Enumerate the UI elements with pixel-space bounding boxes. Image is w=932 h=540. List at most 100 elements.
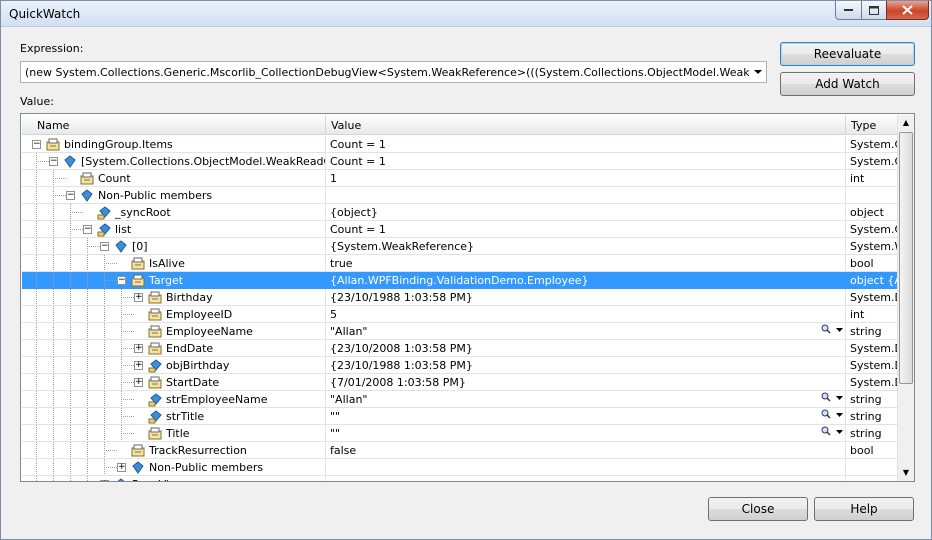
visualizer-dropdown-icon[interactable] — [836, 391, 843, 403]
value-cell[interactable]: true — [326, 255, 846, 272]
name-cell[interactable]: Count — [22, 170, 326, 187]
value-cell[interactable]: false — [326, 442, 846, 459]
name-cell[interactable]: − [System.Collections.ObjectModel.WeakRea… — [22, 153, 326, 170]
name-cell[interactable]: EmployeeName — [22, 323, 326, 340]
table-row[interactable]: IsAlive true bool — [22, 255, 898, 272]
name-cell[interactable]: − [0] — [22, 238, 326, 255]
value-cell[interactable]: "Allan" — [326, 323, 846, 340]
name-cell[interactable]: IsAlive — [22, 255, 326, 272]
title-bar[interactable]: QuickWatch — [1, 1, 931, 27]
name-cell[interactable]: − bindingGroup.Items — [22, 136, 326, 153]
name-cell[interactable]: + StartDate — [22, 374, 326, 391]
name-cell[interactable]: + Birthday — [22, 289, 326, 306]
table-row[interactable]: + Birthday {23/10/1988 1:03:58 PM} System.D — [22, 289, 898, 306]
table-row[interactable]: + EndDate {23/10/2008 1:03:58 PM} System.D — [22, 340, 898, 357]
value-cell[interactable]: 5 — [326, 306, 846, 323]
expand-icon[interactable]: + — [134, 344, 143, 353]
table-row[interactable]: Count 1 int — [22, 170, 898, 187]
value-cell[interactable] — [326, 187, 846, 204]
magnifier-icon[interactable] — [821, 392, 831, 405]
expand-icon[interactable]: + — [134, 293, 143, 302]
collapse-icon[interactable]: − — [117, 276, 126, 285]
table-row[interactable]: + objBirthday {23/10/1988 1:03:58 PM} Syste… — [22, 357, 898, 374]
expression-combobox[interactable]: (new System.Collections.Generic.Mscorlib… — [20, 61, 767, 83]
table-row[interactable]: − [0] {System.WeakReference} System.W — [22, 238, 898, 255]
value-cell[interactable]: {System.WeakReference} — [326, 238, 846, 255]
name-cell[interactable]: + objBirthday — [22, 357, 326, 374]
name-cell[interactable]: strTitle — [22, 408, 326, 425]
value-cell[interactable] — [326, 459, 846, 476]
vertical-scrollbar[interactable]: ▲ ▼ — [897, 115, 914, 481]
collapse-icon[interactable]: − — [66, 191, 75, 200]
collapse-icon[interactable]: − — [83, 225, 92, 234]
magnifier-icon[interactable] — [821, 409, 831, 422]
collapse-icon[interactable]: − — [100, 242, 109, 251]
name-cell[interactable]: EmployeeID — [22, 306, 326, 323]
add-watch-button[interactable]: Add Watch — [780, 72, 915, 96]
name-cell[interactable]: + Raw View — [22, 476, 326, 481]
table-row[interactable]: − bindingGroup.Items Count = 1 System.C — [22, 136, 898, 153]
visualizer-dropdown-icon[interactable] — [836, 425, 843, 437]
column-header-value[interactable]: Value — [326, 115, 846, 135]
column-header-name[interactable]: Name — [22, 115, 326, 135]
table-row[interactable]: − [System.Collections.ObjectModel.WeakRea… — [22, 153, 898, 170]
table-row[interactable]: EmployeeName "Allan" string — [22, 323, 898, 340]
help-button[interactable]: Help — [814, 497, 914, 521]
minimize-button[interactable] — [835, 1, 862, 20]
table-row[interactable]: _syncRoot {object} object — [22, 204, 898, 221]
value-cell[interactable]: {Allan.WPFBinding.ValidationDemo.Employe… — [326, 272, 846, 289]
value-cell[interactable]: {23/10/1988 1:03:58 PM} — [326, 357, 846, 374]
close-button[interactable]: Close — [708, 497, 808, 521]
table-row[interactable]: EmployeeID 5 int — [22, 306, 898, 323]
table-row[interactable]: − list Count = 1 System.C — [22, 221, 898, 238]
magnifier-icon[interactable] — [821, 324, 831, 337]
value-cell[interactable]: {7/01/2008 1:03:58 PM} — [326, 374, 846, 391]
table-row[interactable]: − Target {Allan.WPFBinding.ValidationDemo.… — [22, 272, 898, 289]
table-row[interactable]: TrackResurrection false bool — [22, 442, 898, 459]
value-cell[interactable]: 1 — [326, 170, 846, 187]
watch-grid[interactable]: Name Value Type − bindingGroup.Items Count… — [20, 113, 915, 482]
collapse-icon[interactable]: − — [49, 157, 58, 166]
expand-icon[interactable]: + — [134, 361, 143, 370]
value-cell[interactable]: "Allan" — [326, 391, 846, 408]
value-cell[interactable]: Count = 1 — [326, 221, 846, 238]
table-row[interactable]: strEmployeeName "Allan" string — [22, 391, 898, 408]
collapse-icon[interactable]: − — [32, 140, 41, 149]
value-cell[interactable] — [326, 476, 846, 481]
reevaluate-button[interactable]: Reevaluate — [780, 42, 915, 66]
scroll-down-arrow-icon[interactable]: ▼ — [898, 465, 914, 481]
name-cell[interactable]: _syncRoot — [22, 204, 326, 221]
name-cell[interactable]: − list — [22, 221, 326, 238]
visualizer-dropdown-icon[interactable] — [836, 323, 843, 335]
name-cell[interactable]: + Non-Public members — [22, 459, 326, 476]
value-cell[interactable]: "" — [326, 408, 846, 425]
table-row[interactable]: strTitle "" string — [22, 408, 898, 425]
value-cell[interactable]: "" — [326, 425, 846, 442]
expand-icon[interactable]: + — [100, 480, 109, 481]
name-cell[interactable]: − Target — [22, 272, 326, 289]
table-row[interactable]: + Non-Public members — [22, 459, 898, 476]
name-cell[interactable]: strEmployeeName — [22, 391, 326, 408]
name-cell[interactable]: + EndDate — [22, 340, 326, 357]
expand-icon[interactable]: + — [117, 463, 126, 472]
value-cell[interactable]: {object} — [326, 204, 846, 221]
table-row[interactable]: − Non-Public members — [22, 187, 898, 204]
table-row[interactable]: + Raw View — [22, 476, 898, 481]
scroll-up-arrow-icon[interactable]: ▲ — [898, 115, 914, 131]
maximize-button[interactable] — [861, 1, 887, 20]
magnifier-icon[interactable] — [821, 426, 831, 439]
expression-dropdown-button[interactable] — [749, 62, 766, 82]
visualizer-dropdown-icon[interactable] — [836, 408, 843, 420]
value-cell[interactable]: Count = 1 — [326, 153, 846, 170]
table-row[interactable]: Title "" string — [22, 425, 898, 442]
name-cell[interactable]: TrackResurrection — [22, 442, 326, 459]
table-row[interactable]: + StartDate {7/01/2008 1:03:58 PM} System.D — [22, 374, 898, 391]
expression-input[interactable]: (new System.Collections.Generic.Mscorlib… — [25, 66, 766, 79]
column-header-type[interactable]: Type — [846, 115, 898, 135]
value-cell[interactable]: Count = 1 — [326, 136, 846, 153]
value-cell[interactable]: {23/10/1988 1:03:58 PM} — [326, 289, 846, 306]
name-cell[interactable]: − Non-Public members — [22, 187, 326, 204]
value-cell[interactable]: {23/10/2008 1:03:58 PM} — [326, 340, 846, 357]
scroll-thumb[interactable] — [899, 132, 913, 384]
expand-icon[interactable]: + — [134, 378, 143, 387]
